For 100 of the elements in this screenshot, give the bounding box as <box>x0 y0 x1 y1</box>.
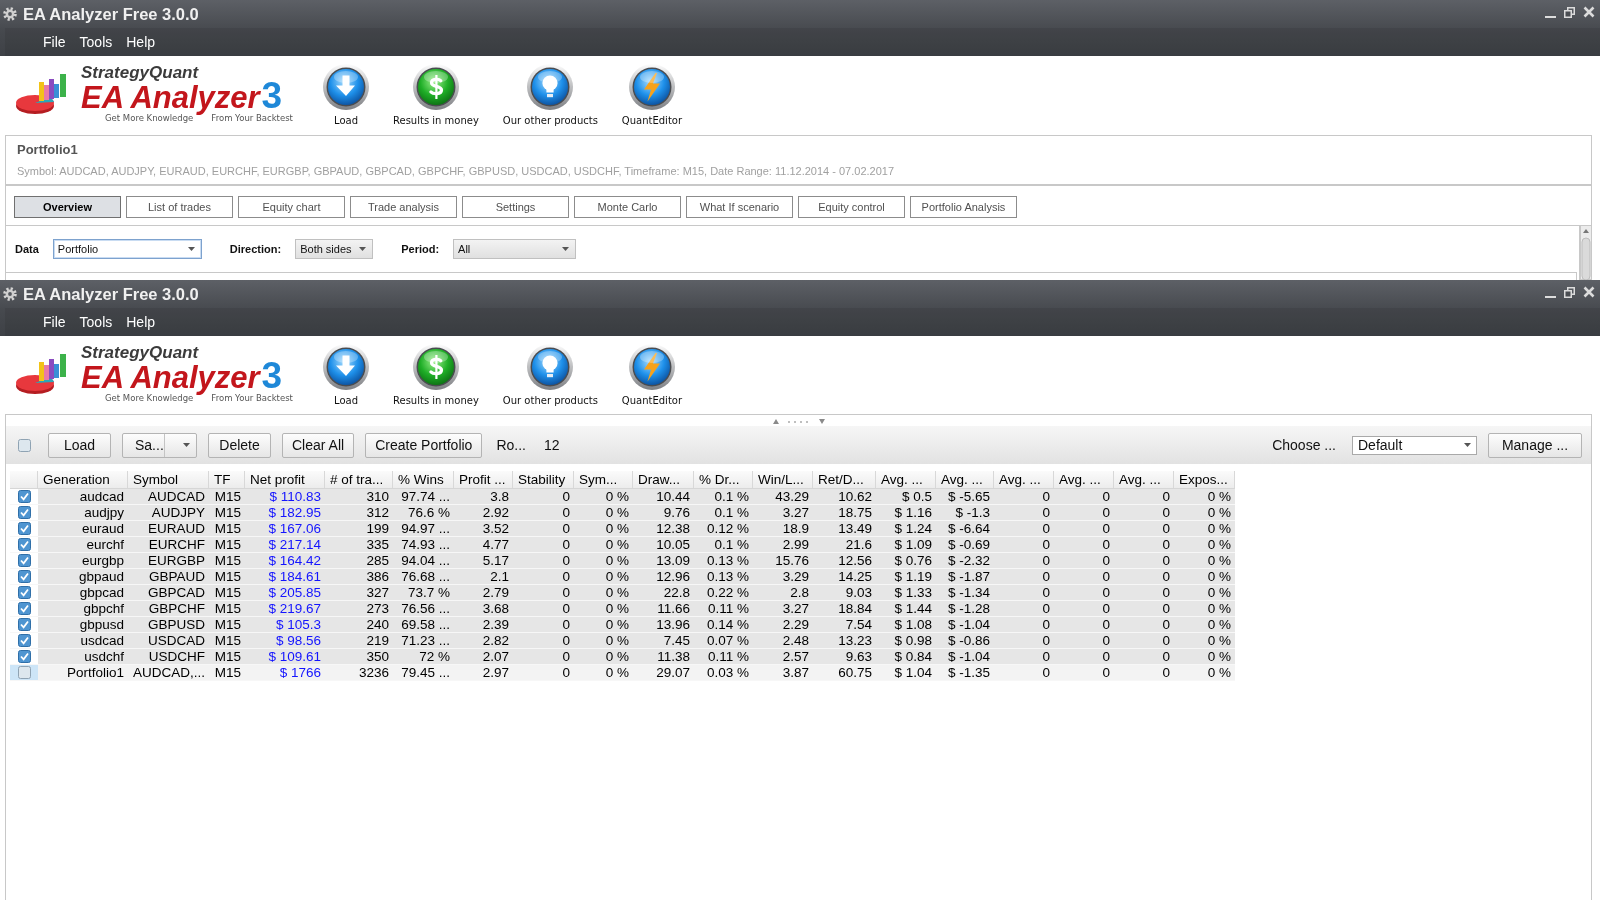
table-row[interactable]: euraud EURAUD M15 $ 167.06 199 94.97 ... 3.52 0 0 % 12.38 0.12 % 18.9 13.49 $ 1.24 $ -6.64 0 0 0 0 % <box>10 521 1235 537</box>
table-cell-text: 0 <box>1161 537 1171 552</box>
manage-button[interactable]: Manage ... <box>1488 432 1582 458</box>
dropdown[interactable]: All <box>453 239 577 259</box>
row-checkbox[interactable] <box>17 650 31 663</box>
other-products-button[interactable]: Our other products <box>490 64 610 126</box>
column-header[interactable]: Avg. ... <box>876 471 936 488</box>
column-header[interactable]: Avg. ... <box>994 471 1054 488</box>
table-cell-text: 22.8 <box>662 585 691 600</box>
column-header[interactable]: % Wins <box>393 471 454 488</box>
tab[interactable]: Trade analysis <box>350 196 457 218</box>
row-checkbox[interactable] <box>17 586 31 599</box>
split-button[interactable]: Sa... <box>122 432 197 458</box>
tab[interactable]: Settings <box>462 196 569 218</box>
quant-editor-button[interactable]: QuantEditor <box>609 64 695 126</box>
table-row[interactable]: eurchf EURCHF M15 $ 217.14 335 74.93 ... 4.77 0 0 % 10.05 0.1 % 2.99 21.6 $ 1.09 $ -0.69 0 0 0 0 % <box>10 537 1235 553</box>
column-header[interactable]: Symbol <box>128 471 209 488</box>
tab[interactable]: What If scenario <box>686 196 793 218</box>
toolbar-button[interactable]: Load <box>48 432 111 458</box>
table-cell-text: 0 <box>1101 537 1111 552</box>
column-header[interactable]: Avg. ... <box>936 471 994 488</box>
tab[interactable]: Equity control <box>798 196 905 218</box>
scrollbar[interactable] <box>1580 225 1592 280</box>
row-checkbox[interactable] <box>17 602 31 615</box>
restore-icon[interactable] <box>1564 7 1575 18</box>
column-header[interactable]: % Dr... <box>694 471 753 488</box>
menu-item[interactable]: File <box>37 32 72 52</box>
load-button[interactable]: Load <box>311 64 381 126</box>
column-header[interactable]: Avg. ... <box>1114 471 1174 488</box>
load-button[interactable]: Load <box>311 344 381 406</box>
toolbar-button[interactable]: Clear All <box>282 432 355 458</box>
dropdown[interactable]: Both sides <box>295 239 374 259</box>
column-header[interactable]: Avg. ... <box>1054 471 1114 488</box>
row-checkbox[interactable] <box>17 618 31 631</box>
tab[interactable]: Monte Carlo <box>574 196 681 218</box>
portfolio-title: Portfolio1 <box>17 142 79 158</box>
other-products-button[interactable]: Our other products <box>490 344 610 406</box>
table-row[interactable]: gbpchf GBPCHF M15 $ 219.67 273 76.56 ... 3.68 0 0 % 11.66 0.11 % 3.27 18.84 $ 1.44 $ -1.28 0 0 0 0 % <box>10 601 1235 617</box>
table-row[interactable]: audcad AUDCAD M15 $ 110.83 310 97.74 ... 3.8 0 0 % 10.44 0.1 % 43.29 10.62 $ 0.5 $ -5.65 0 0 0 0 % <box>10 489 1235 505</box>
column-header[interactable]: # of tra... <box>325 471 393 488</box>
tab[interactable]: List of trades <box>126 196 233 218</box>
column-header[interactable]: Generation <box>38 471 128 488</box>
tab[interactable]: Portfolio Analysis <box>910 196 1017 218</box>
table-cell-text: 0 <box>1101 601 1111 616</box>
table-row[interactable]: usdcad USDCAD M15 $ 98.56 219 71.23 ... 2.82 0 0 % 7.45 0.07 % 2.48 13.23 $ 0.98 $ -0.86 0 0 0 0 % <box>10 633 1235 649</box>
row-checkbox[interactable] <box>17 506 31 519</box>
splitter-grip-icon[interactable] <box>772 417 825 424</box>
dropdown[interactable]: Portfolio <box>52 239 202 259</box>
table-row[interactable]: gbpaud GBPAUD M15 $ 184.61 386 76.68 ... 2.1 0 0 % 12.96 0.13 % 3.29 14.25 $ 1.19 $ -1.87 0 0 0 0 % <box>10 569 1235 585</box>
toolbar-button[interactable]: Delete <box>208 432 271 458</box>
table-row[interactable]: Portfolio1 AUDCAD,... M15 $ 1766 3236 79.45 ... 2.97 0 0 % 29.07 0.03 % 3.87 60.75 $ 1.04 $ -1.35 0 0 0 0 % <box>10 665 1235 681</box>
row-checkbox[interactable] <box>17 538 31 551</box>
menu-item[interactable]: Help <box>120 32 162 52</box>
row-checkbox[interactable] <box>17 666 31 679</box>
column-header[interactable]: Stability <box>513 471 574 488</box>
row-checkbox[interactable] <box>17 570 31 583</box>
column-header[interactable]: Profit ... <box>454 471 513 488</box>
column-header[interactable]: Ret/D... <box>813 471 876 488</box>
table-cell-text: 0 <box>1161 617 1171 632</box>
column-header[interactable]: Net profit <box>245 471 325 488</box>
row-checkbox[interactable] <box>17 522 31 535</box>
table-cell-text: 0 % <box>1206 585 1232 600</box>
menu-item[interactable]: Tools <box>73 32 119 52</box>
menu-item[interactable]: Help <box>120 312 162 332</box>
table-cell-text: 43.29 <box>774 489 810 504</box>
column-header[interactable]: Expos... <box>1174 471 1235 488</box>
column-header[interactable]: TF <box>209 471 245 488</box>
restore-icon[interactable] <box>1564 287 1575 298</box>
select-all-checkbox[interactable] <box>18 438 31 452</box>
dropdown[interactable]: Default <box>1352 435 1477 455</box>
tab[interactable]: Overview <box>14 196 121 218</box>
column-header[interactable]: Draw... <box>633 471 694 488</box>
table-row[interactable]: audjpy AUDJPY M15 $ 182.95 312 76.6 % 2.92 0 0 % 9.76 0.1 % 3.27 18.75 $ 1.16 $ -1.3 0 0 0 0 % <box>10 505 1235 521</box>
menu-item[interactable]: File <box>37 312 72 332</box>
column-header[interactable]: Win/L... <box>753 471 813 488</box>
tab[interactable]: Equity chart <box>238 196 345 218</box>
table-cell-text: 13.23 <box>837 633 873 648</box>
table-row[interactable]: eurgbp EURGBP M15 $ 164.42 285 94.04 ... 5.17 0 0 % 13.09 0.13 % 15.76 12.56 $ 0.76 $ -2.32 0 0 0 0 % <box>10 553 1235 569</box>
table-cell-text: 0 <box>1161 585 1171 600</box>
table-cell-text: 0 <box>1161 569 1171 584</box>
table-row[interactable]: usdchf USDCHF M15 $ 109.61 350 72 % 2.07 0 0 % 11.38 0.11 % 2.57 9.63 $ 0.84 $ -1.04 0 0 0 0 % <box>10 649 1235 665</box>
results-in-money-button[interactable]: Results in money <box>381 64 491 126</box>
table-cell-text: 0 % <box>1206 553 1232 568</box>
quant-editor-button[interactable]: QuantEditor <box>609 344 695 406</box>
table-cell-text: 0 <box>1161 521 1171 536</box>
window-title: EA Analyzer Free 3.0.0 <box>23 284 199 304</box>
toolbar-button[interactable]: Create Portfolio <box>365 432 483 458</box>
row-checkbox[interactable] <box>17 554 31 567</box>
results-in-money-button[interactable]: Results in money <box>381 344 491 406</box>
close-icon[interactable] <box>1583 286 1595 298</box>
table-cell-text: 335 <box>365 537 390 552</box>
table-cell-text: 0.11 % <box>706 649 750 664</box>
close-icon[interactable] <box>1583 6 1595 18</box>
table-row[interactable]: gbpcad GBPCAD M15 $ 205.85 327 73.7 % 2.79 0 0 % 22.8 0.22 % 2.8 9.03 $ 1.33 $ -1.34 0 0 0 0 % <box>10 585 1235 601</box>
row-checkbox[interactable] <box>17 634 31 647</box>
menu-item[interactable]: Tools <box>73 312 119 332</box>
row-checkbox[interactable] <box>17 490 31 503</box>
column-header[interactable]: Sym... <box>574 471 633 488</box>
table-row[interactable]: gbpusd GBPUSD M15 $ 105.3 240 69.58 ... 2.39 0 0 % 13.96 0.14 % 2.29 7.54 $ 1.08 $ -1.04 0 0 0 0 % <box>10 617 1235 633</box>
table-cell-text: EURCHF <box>147 537 206 552</box>
